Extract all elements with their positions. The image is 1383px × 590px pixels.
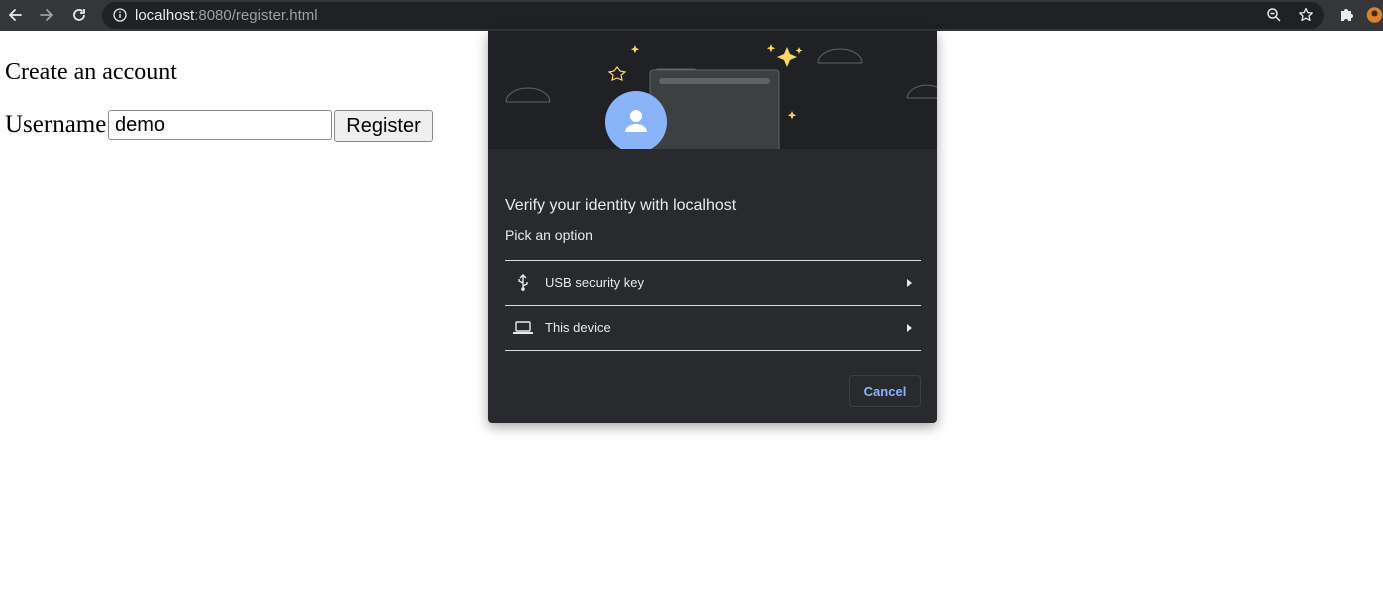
forward-button[interactable] [35,3,59,27]
profile-avatar[interactable] [1366,3,1383,27]
verify-identity-dialog: Verify your identity with localhost Pick… [488,31,937,423]
bookmark-button[interactable] [1294,3,1318,27]
cloud-right-icon [906,84,937,99]
usb-icon [513,273,533,293]
chevron-right-icon [907,279,912,287]
avatar-icon [1366,7,1383,23]
option-label: This device [545,320,611,335]
divider [505,350,921,351]
browser-toolbar: localhost:8080/register.html [0,0,1383,31]
register-button[interactable]: Register [334,110,433,142]
username-input[interactable] [108,110,332,140]
dialog-illustration [488,31,937,164]
forward-arrow-icon [40,9,53,21]
back-button[interactable] [3,3,27,27]
reload-icon [73,9,85,21]
extensions-button[interactable] [1335,3,1359,27]
url-path: :8080/register.html [194,7,318,24]
cloud-top-right-icon [817,48,863,64]
option-label: USB security key [545,275,644,290]
puzzle-icon [1341,9,1353,21]
zoom-button[interactable] [1262,3,1286,27]
url-host: localhost [135,7,195,24]
star-icon [1299,7,1313,22]
folder-icon [649,68,780,164]
illustration-graphic [505,44,937,164]
cloud-left-icon [505,87,551,103]
address-bar[interactable]: localhost:8080/register.html [102,2,1324,29]
reload-button[interactable] [67,3,91,27]
dialog-title: Verify your identity with localhost [505,197,737,214]
zoom-icon [1267,8,1281,22]
url-text: localhost:8080/register.html [135,7,318,24]
dialog-subtitle: Pick an option [505,227,593,243]
star-outline-icon [607,66,627,81]
site-info-icon[interactable] [112,7,128,23]
chevron-right-icon [907,324,912,332]
username-label: Username [5,111,107,138]
page-title: Create an account [5,59,177,85]
back-arrow-icon [9,9,22,21]
cancel-button[interactable]: Cancel [849,375,921,407]
option-usb-security-key[interactable]: USB security key [505,261,921,305]
laptop-icon [513,318,533,338]
option-this-device[interactable]: This device [505,306,921,350]
